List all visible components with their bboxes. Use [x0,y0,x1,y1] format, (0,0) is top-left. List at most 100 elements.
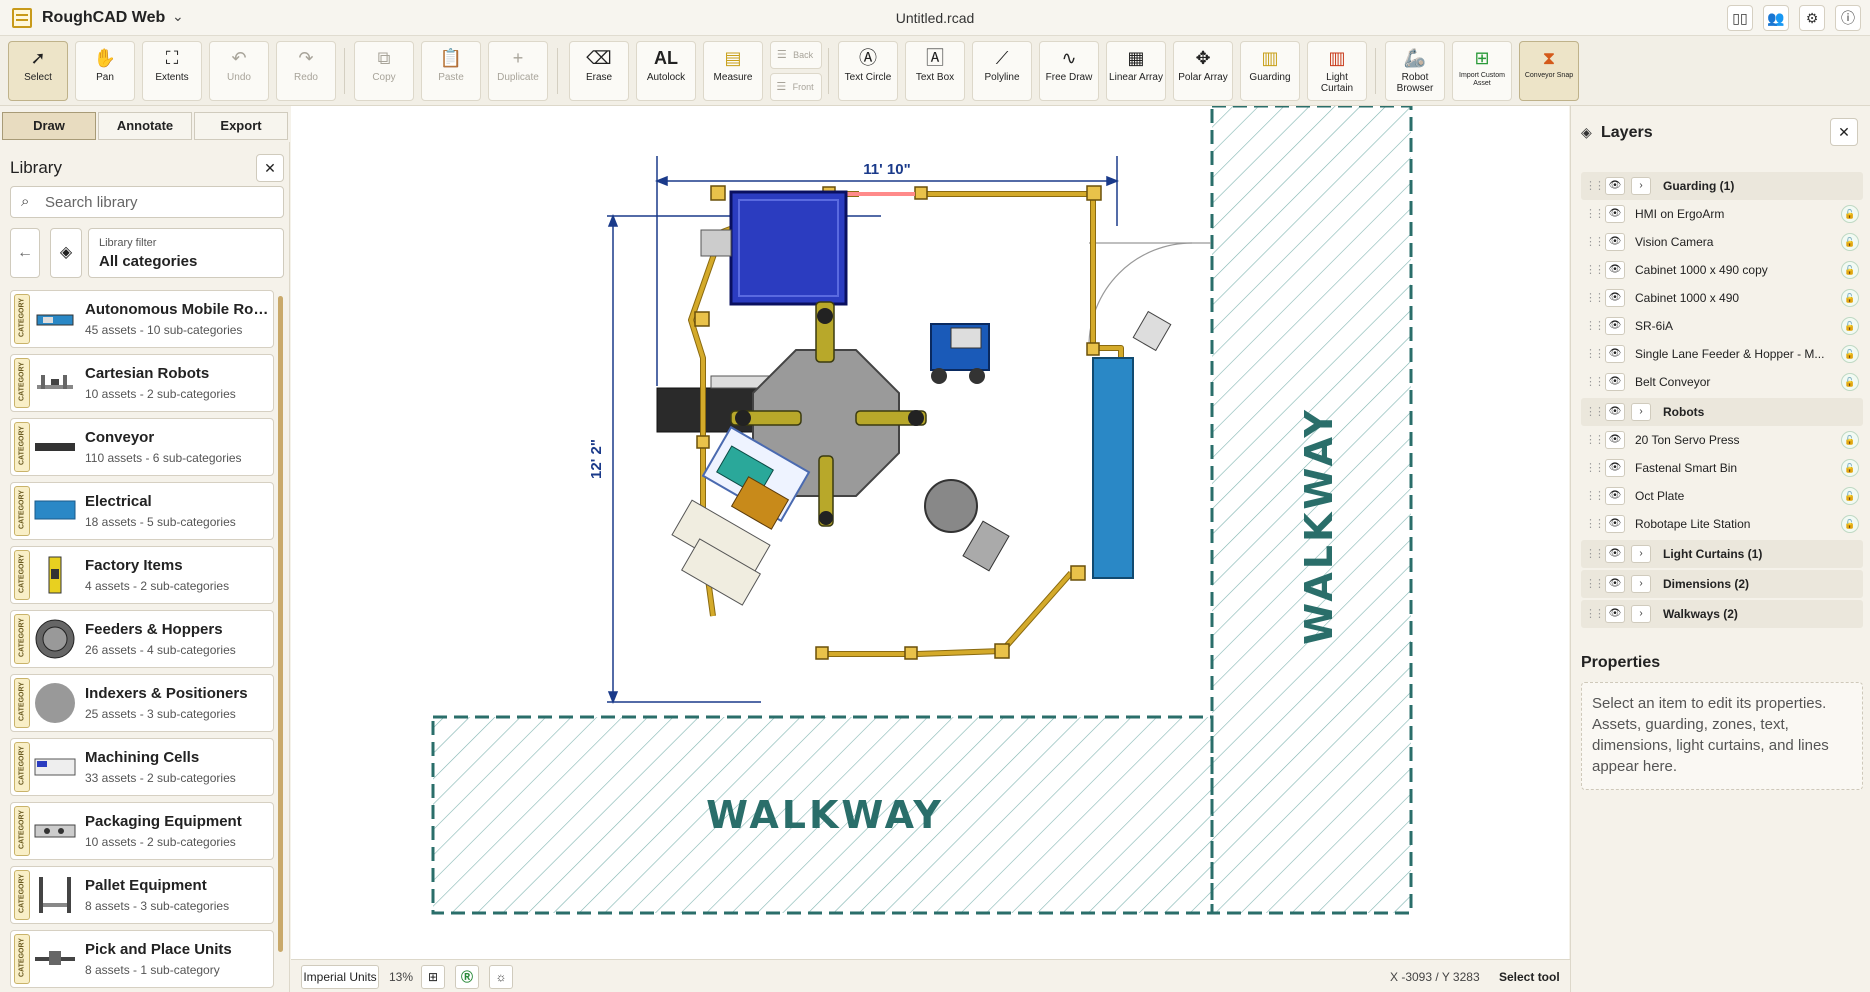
select-button[interactable]: ➚ Select [8,41,68,101]
layer-item[interactable]: ⋮⋮ 👁 Robotape Lite Station 🔓 [1581,510,1863,538]
lock-icon[interactable]: 🔓 [1841,261,1859,279]
lock-icon[interactable]: 🔓 [1841,205,1859,223]
drag-handle-icon[interactable]: ⋮⋮ [1585,577,1605,590]
tab-annotate[interactable]: Annotate [98,112,192,140]
robot-browser-button[interactable]: 🦾 Robot Browser [1385,41,1445,101]
hmi-panel[interactable] [700,229,732,257]
layer-group[interactable]: ⋮⋮ 👁 › Light Curtains (1) [1581,540,1863,568]
lock-icon[interactable]: 🔓 [1841,373,1859,391]
lock-icon[interactable]: 🔓 [1841,233,1859,251]
chevron-right-icon[interactable]: › [1631,403,1651,421]
eye-icon[interactable]: 👁 [1605,373,1625,391]
drawing-canvas[interactable]: WALKWAY WALKWAY 11' 10" 12' 2" [291,106,1569,959]
grid-toggle-icon[interactable]: ⊞ [421,965,445,989]
drag-handle-icon[interactable]: ⋮⋮ [1585,461,1605,474]
library-scrollbar[interactable] [278,296,283,952]
lock-icon[interactable]: 🔓 [1841,487,1859,505]
polyline-button[interactable]: ⟋ Polyline [972,41,1032,101]
servo-press[interactable] [924,479,1010,572]
guarding-button[interactable]: ▥ Guarding [1240,41,1300,101]
tab-draw[interactable]: Draw [2,112,96,140]
redo-button[interactable]: ↷ Redo [276,41,336,101]
drag-handle-icon[interactable]: ⋮⋮ [1585,235,1605,248]
drag-handle-icon[interactable]: ⋮⋮ [1585,207,1605,220]
category-card[interactable]: CATEGORY Autonomous Mobile Robots 45 asset… [10,290,274,348]
eye-icon[interactable]: 👁 [1605,487,1625,505]
pan-button[interactable]: ✋ Pan [75,41,135,101]
eye-icon[interactable]: 👁 [1605,261,1625,279]
layer-group[interactable]: ⋮⋮ 👁 › Guarding (1) [1581,172,1863,200]
library-filter[interactable]: Library filter All categories [88,228,284,278]
eye-icon[interactable]: 👁 [1605,403,1625,421]
undo-button[interactable]: ↶ Undo [209,41,269,101]
eye-icon[interactable]: 👁 [1605,545,1625,563]
paste-button[interactable]: 📋 Paste [421,41,481,101]
layer-group[interactable]: ⋮⋮ 👁 › Walkways (2) [1581,600,1863,628]
category-card[interactable]: CATEGORY Pick and Place Units 8 assets - 1… [10,930,274,988]
cabinet-right[interactable] [1092,357,1134,579]
layer-item[interactable]: ⋮⋮ 👁 Cabinet 1000 x 490 🔓 [1581,284,1863,312]
book-icon[interactable]: ▯▯ [1727,5,1753,31]
layer-item[interactable]: ⋮⋮ 👁 SR-6iA 🔓 [1581,312,1863,340]
lock-icon[interactable]: 🔓 [1841,317,1859,335]
tab-export[interactable]: Export [194,112,288,140]
layer-item[interactable]: ⋮⋮ 👁 Oct Plate 🔓 [1581,482,1863,510]
layer-item[interactable]: ⋮⋮ 👁 20 Ton Servo Press 🔓 [1581,426,1863,454]
lock-icon[interactable]: 🔓 [1841,289,1859,307]
category-card[interactable]: CATEGORY Cartesian Robots 10 assets - 2 su… [10,354,274,412]
lock-icon[interactable]: 🔓 [1841,459,1859,477]
category-card[interactable]: CATEGORY Feeders & Hoppers 26 assets - 4 s… [10,610,274,668]
eye-icon[interactable]: 👁 [1605,345,1625,363]
chevron-right-icon[interactable]: › [1631,575,1651,593]
chevron-right-icon[interactable]: › [1631,605,1651,623]
drag-handle-icon[interactable]: ⋮⋮ [1585,489,1605,502]
layers-toggle-button[interactable]: ◈ [50,228,82,278]
lock-icon[interactable]: 🔓 [1841,431,1859,449]
drag-handle-icon[interactable]: ⋮⋮ [1585,517,1605,530]
category-card[interactable]: CATEGORY Machining Cells 33 assets - 2 sub… [10,738,274,796]
back-button[interactable]: ← [10,228,40,278]
walkway-horizontal[interactable]: WALKWAY [431,715,1214,915]
layer-item[interactable]: ⋮⋮ 👁 Belt Conveyor 🔓 [1581,368,1863,396]
eye-icon[interactable]: 👁 [1605,459,1625,477]
eye-icon[interactable]: 👁 [1605,575,1625,593]
drag-handle-icon[interactable]: ⋮⋮ [1585,347,1605,360]
polar-array-button[interactable]: ✥ Polar Array [1173,41,1233,101]
cabinet-top[interactable] [729,190,848,306]
drag-handle-icon[interactable]: ⋮⋮ [1585,433,1605,446]
eye-icon[interactable]: 👁 [1605,431,1625,449]
layer-group[interactable]: ⋮⋮ 👁 › Dimensions (2) [1581,570,1863,598]
bring-front-button[interactable]: ☰ Front [770,73,822,101]
copy-button[interactable]: ⧉ Copy [354,41,414,101]
eye-icon[interactable]: 👁 [1605,515,1625,533]
category-card[interactable]: CATEGORY Factory Items 4 assets - 2 sub-ca… [10,546,274,604]
category-card[interactable]: CATEGORY Pallet Equipment 8 assets - 3 sub… [10,866,274,924]
light-curtain-button[interactable]: ▥ Light Curtain [1307,41,1367,101]
chevron-right-icon[interactable]: › [1631,545,1651,563]
info-icon[interactable]: ⓘ [1835,5,1861,31]
send-back-button[interactable]: ☰ Back [770,41,822,69]
measure-button[interactable]: ▤ Measure [703,41,763,101]
linear-array-button[interactable]: ▦ Linear Array [1106,41,1166,101]
drag-handle-icon[interactable]: ⋮⋮ [1585,319,1605,332]
eye-icon[interactable]: 👁 [1605,233,1625,251]
layer-item[interactable]: ⋮⋮ 👁 Fastenal Smart Bin 🔓 [1581,454,1863,482]
drag-handle-icon[interactable]: ⋮⋮ [1585,547,1605,560]
walkway-vertical[interactable]: WALKWAY [1210,106,1413,915]
category-card[interactable]: CATEGORY Indexers & Positioners 25 assets … [10,674,274,732]
drag-handle-icon[interactable]: ⋮⋮ [1585,179,1605,192]
erase-button[interactable]: ⌫ Erase [569,41,629,101]
drag-handle-icon[interactable]: ⋮⋮ [1585,263,1605,276]
layer-item[interactable]: ⋮⋮ 👁 HMI on ErgoArm 🔓 [1581,200,1863,228]
hmi-ergoarm[interactable] [1132,310,1172,352]
theme-toggle-icon[interactable]: ☼ [489,965,513,989]
eye-icon[interactable]: 👁 [1605,205,1625,223]
drag-handle-icon[interactable]: ⋮⋮ [1585,607,1605,620]
layer-group[interactable]: ⋮⋮ 👁 › Robots [1581,398,1863,426]
conveyor-snap-button[interactable]: ⧗ Conveyor Snap [1519,41,1579,101]
gear-icon[interactable]: ⚙ [1799,5,1825,31]
layer-item[interactable]: ⋮⋮ 👁 Vision Camera 🔓 [1581,228,1863,256]
users-icon[interactable]: 👥 [1763,5,1789,31]
text-circle-button[interactable]: Ⓐ Text Circle [838,41,898,101]
layer-item[interactable]: ⋮⋮ 👁 Cabinet 1000 x 490 copy 🔓 [1581,256,1863,284]
